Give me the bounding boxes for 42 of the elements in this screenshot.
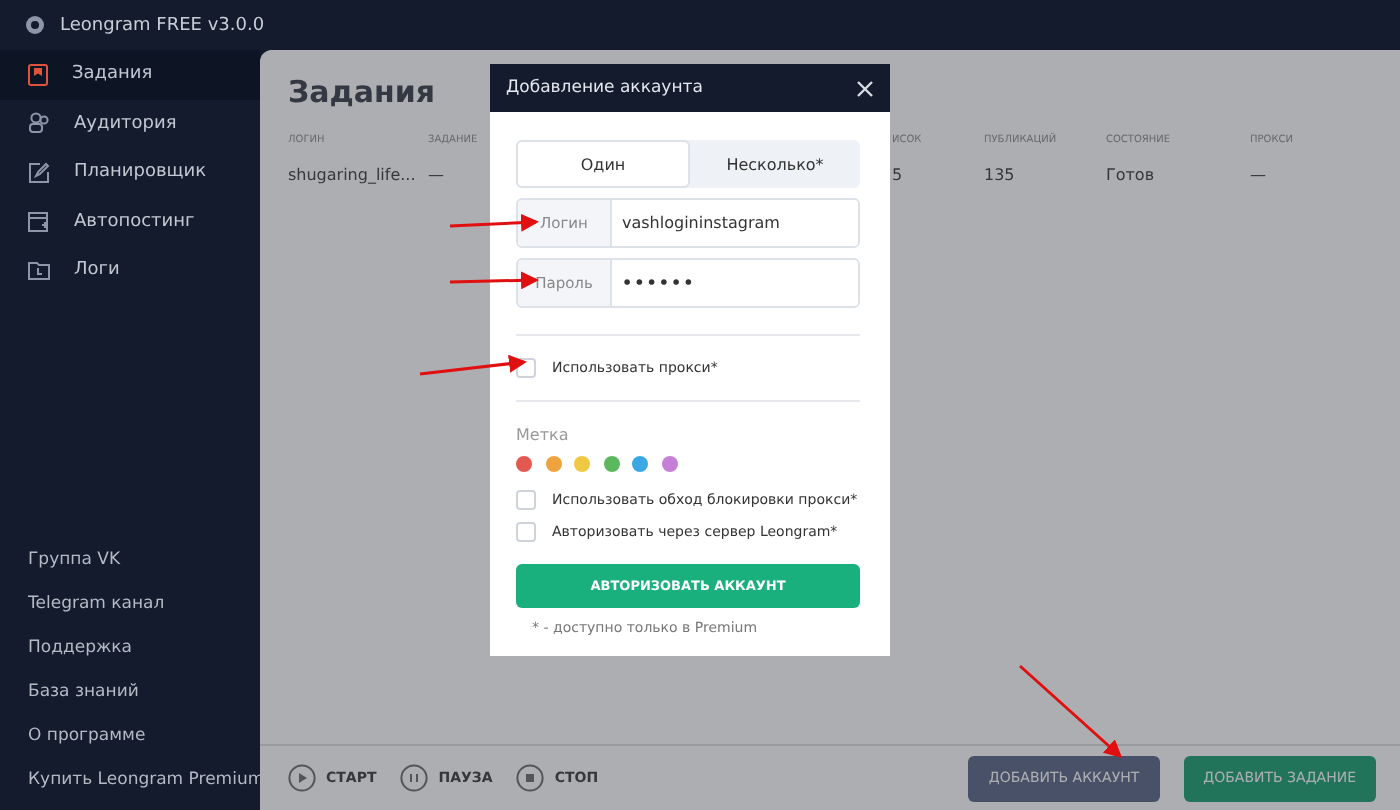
bookmark-icon (28, 63, 48, 86)
stop-icon (516, 764, 545, 792)
table-cell-text: — (428, 166, 446, 184)
sidebar-item[interactable]: Аудитория (0, 99, 260, 148)
tab[interactable]: Один (516, 140, 690, 188)
sidebar-item[interactable]: Задания (0, 50, 260, 99)
tag-label: Метка (516, 426, 571, 444)
table-cell-text: 5 (892, 166, 905, 184)
window-title: Leongram FREE v3.0.0 (60, 15, 265, 35)
color-dot[interactable] (603, 456, 619, 472)
sidebar-link[interactable]: База знаний (0, 670, 260, 714)
pause-icon (400, 764, 429, 792)
annotation-arrow (1019, 664, 1123, 758)
sidebar-item[interactable]: Планировщик (0, 148, 260, 197)
sidebar-item[interactable]: Логи (0, 246, 260, 295)
people-icon (28, 112, 50, 135)
page-title: Задания (288, 74, 436, 110)
table-cell-text: Готов (1106, 166, 1157, 184)
edit-icon (28, 161, 50, 184)
app-logo-icon (26, 16, 44, 34)
play-icon (288, 764, 316, 792)
color-dot[interactable] (632, 456, 648, 472)
calendar-icon (28, 210, 50, 233)
color-dot[interactable] (516, 456, 532, 472)
table-cell-text: — (1250, 166, 1268, 184)
annotation-arrow (419, 354, 527, 376)
color-dot[interactable] (661, 456, 677, 472)
annotation-arrow (449, 213, 539, 232)
dialog-title: Добавление аккаунта (506, 78, 703, 98)
sidebar-link[interactable]: Группа VK (0, 538, 260, 582)
sidebar-link[interactable]: Поддержка (0, 626, 260, 670)
close-button[interactable] (856, 79, 874, 97)
color-dot[interactable] (545, 456, 561, 472)
sidebar-item[interactable]: Автопостинг (0, 197, 260, 246)
folder-icon (28, 260, 50, 281)
table-cell-text: 135 (984, 166, 1017, 184)
sidebar-link[interactable]: О программе (0, 714, 260, 758)
table-cell-text: shugaring_life... (288, 166, 418, 184)
tab[interactable]: Несколько* (690, 140, 860, 188)
sidebar-link[interactable]: Telegram канал (0, 582, 260, 626)
annotation-arrow (449, 271, 539, 290)
color-dot[interactable] (574, 456, 590, 472)
